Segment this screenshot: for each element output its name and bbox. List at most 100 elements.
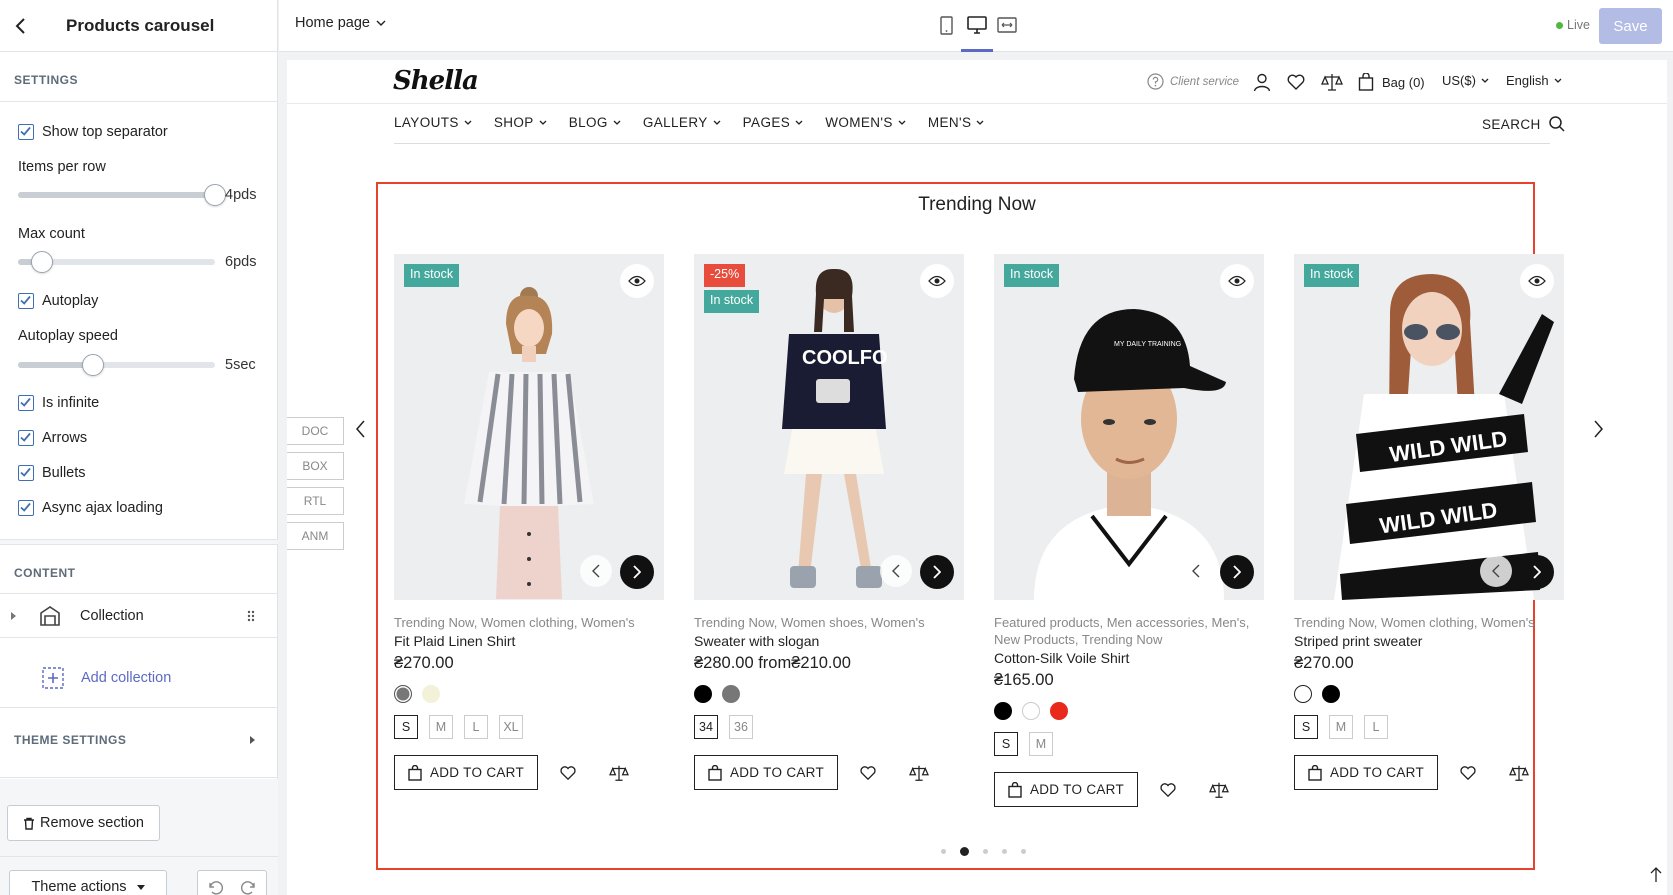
slider-handle[interactable] [81, 354, 104, 376]
checkbox-checked-icon[interactable] [18, 430, 34, 446]
compare-icon[interactable] [1321, 72, 1343, 92]
image-prev-icon[interactable] [1480, 555, 1512, 587]
product-image[interactable]: WILD WILD WILD WILD In stock [1294, 254, 1564, 600]
product-card[interactable]: In stock Trending Now, Women clothing, Wo… [394, 254, 664, 790]
wishlist-icon[interactable] [1156, 778, 1180, 802]
back-arrow-icon[interactable] [10, 15, 32, 37]
fullscreen-view-icon[interactable] [996, 14, 1018, 36]
slider-handle[interactable] [204, 184, 226, 206]
mobile-view-icon[interactable] [935, 14, 957, 36]
max-count-slider[interactable] [18, 251, 215, 273]
add-to-cart-button[interactable]: ADD TO CART [394, 755, 538, 790]
currency-selector[interactable]: US($) [1442, 73, 1489, 88]
carousel-bullet[interactable] [983, 849, 988, 854]
add-to-cart-button[interactable]: ADD TO CART [1294, 755, 1438, 790]
theme-actions-button[interactable]: Theme actions [9, 870, 167, 895]
carousel-prev-arrow-icon[interactable] [351, 417, 371, 441]
size-option[interactable]: 34 [694, 715, 718, 739]
async-ajax-option[interactable]: Async ajax loading [18, 500, 163, 516]
menu-item-shop[interactable]: SHOP [494, 115, 547, 130]
compare-icon[interactable] [907, 761, 931, 785]
color-swatch[interactable] [394, 685, 412, 703]
compare-icon[interactable] [1507, 761, 1531, 785]
compare-icon[interactable] [1207, 778, 1231, 802]
checkbox-checked-icon[interactable] [18, 465, 34, 481]
menu-item-womens[interactable]: WOMEN'S [825, 115, 906, 130]
menu-item-blog[interactable]: BLOG [569, 115, 621, 130]
image-next-icon[interactable] [920, 555, 954, 589]
size-option[interactable]: S [394, 715, 418, 739]
drag-handle-icon[interactable] [247, 610, 255, 622]
quick-view-icon[interactable] [620, 264, 654, 298]
size-option[interactable]: S [1294, 715, 1318, 739]
redo-icon[interactable] [241, 879, 257, 895]
product-name[interactable]: Sweater with slogan [694, 633, 964, 649]
autoplay-option[interactable]: Autoplay [18, 293, 98, 309]
collection-item[interactable]: Collection [0, 595, 278, 637]
checkbox-checked-icon[interactable] [18, 500, 34, 516]
show-top-separator-option[interactable]: Show top separator [18, 124, 168, 140]
menu-item-gallery[interactable]: GALLERY [643, 115, 721, 130]
product-categories[interactable]: Trending Now, Women clothing, Women's [394, 614, 664, 631]
is-infinite-option[interactable]: Is infinite [18, 395, 99, 411]
carousel-bullet[interactable] [941, 849, 946, 854]
product-image[interactable]: COOLFO -25% In stock [694, 254, 964, 600]
size-option[interactable]: L [464, 715, 488, 739]
save-button[interactable]: Save [1599, 8, 1662, 44]
wishlist-icon[interactable] [556, 761, 580, 785]
product-categories[interactable]: Trending Now, Women clothing, Women's [1294, 614, 1564, 631]
menu-item-pages[interactable]: PAGES [743, 115, 804, 130]
size-option[interactable]: XL [499, 715, 523, 739]
color-swatch[interactable] [694, 685, 712, 703]
language-selector[interactable]: English [1506, 73, 1562, 88]
quick-view-icon[interactable] [1220, 264, 1254, 298]
product-categories[interactable]: Featured products, Men accessories, Men'… [994, 614, 1264, 648]
product-image[interactable]: In stock [394, 254, 664, 600]
size-option[interactable]: M [1029, 732, 1053, 756]
image-next-icon[interactable] [1220, 555, 1254, 589]
arrows-option[interactable]: Arrows [18, 430, 87, 446]
color-swatch[interactable] [422, 685, 440, 703]
checkbox-checked-icon[interactable] [18, 124, 34, 140]
autoplay-speed-slider[interactable] [18, 354, 215, 376]
desktop-view-icon[interactable] [966, 14, 988, 36]
product-name[interactable]: Cotton-Silk Voile Shirt [994, 650, 1264, 666]
scroll-top-icon[interactable] [1650, 867, 1662, 883]
size-option[interactable]: S [994, 732, 1018, 756]
image-next-icon[interactable] [1520, 555, 1554, 589]
client-service-link[interactable]: Client service [1147, 73, 1239, 90]
add-to-cart-button[interactable]: ADD TO CART [694, 755, 838, 790]
product-name[interactable]: Striped print sweater [1294, 633, 1564, 649]
product-categories[interactable]: Trending Now, Women shoes, Women's [694, 614, 964, 631]
carousel-next-arrow-icon[interactable] [1588, 417, 1608, 441]
wishlist-icon[interactable] [1456, 761, 1480, 785]
quick-view-icon[interactable] [920, 264, 954, 298]
color-swatch[interactable] [994, 702, 1012, 720]
carousel-bullet[interactable] [1021, 849, 1026, 854]
checkbox-checked-icon[interactable] [18, 395, 34, 411]
wishlist-icon[interactable] [856, 761, 880, 785]
layout-toggle-box[interactable]: BOX [287, 452, 344, 480]
product-image[interactable]: MY DAILY TRAINING In stock [994, 254, 1264, 600]
remove-section-button[interactable]: Remove section [7, 805, 160, 841]
store-logo[interactable]: Shella [393, 66, 479, 96]
expand-caret-icon[interactable] [10, 611, 18, 621]
bag-link[interactable]: Bag (0) [1358, 73, 1425, 91]
product-card[interactable]: WILD WILD WILD WILD In stock Trending Now, … [1294, 254, 1564, 790]
bullets-option[interactable]: Bullets [18, 465, 86, 481]
page-selector[interactable]: Home page [295, 15, 386, 31]
color-swatch[interactable] [1294, 685, 1312, 703]
product-card[interactable]: COOLFO -25% In stock Trending Now, Women sh… [694, 254, 964, 790]
quick-view-icon[interactable] [1520, 264, 1554, 298]
layout-toggle-anm[interactable]: ANM [287, 522, 344, 550]
carousel-bullet[interactable] [960, 847, 969, 856]
add-to-cart-button[interactable]: ADD TO CART [994, 772, 1138, 807]
compare-icon[interactable] [607, 761, 631, 785]
account-icon[interactable] [1252, 72, 1272, 92]
image-prev-icon[interactable] [580, 555, 612, 587]
add-collection-button[interactable]: Add collection [42, 667, 171, 689]
image-prev-icon[interactable] [880, 555, 912, 587]
image-next-icon[interactable] [620, 555, 654, 589]
color-swatch[interactable] [1322, 685, 1340, 703]
menu-item-mens[interactable]: MEN'S [928, 115, 985, 130]
